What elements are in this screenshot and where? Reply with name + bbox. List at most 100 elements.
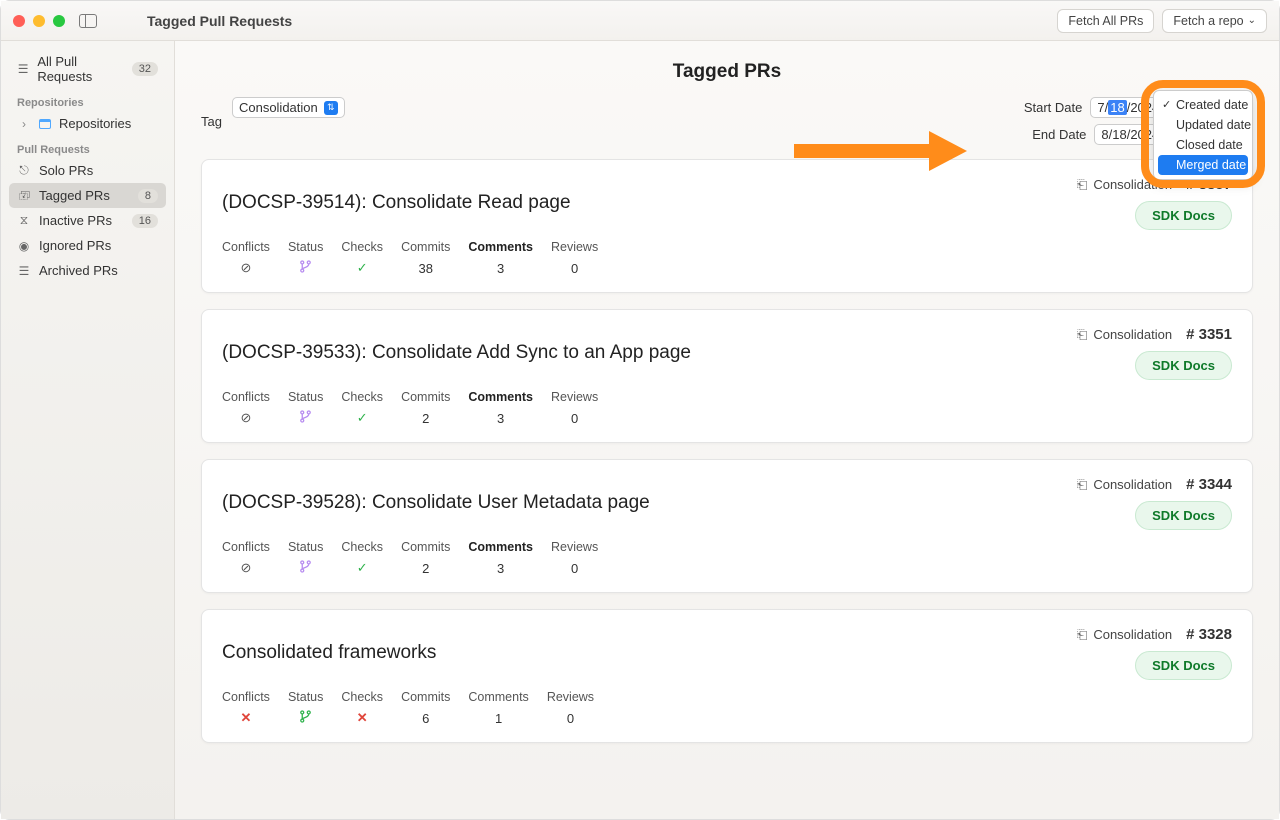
dropdown-option-merged-date[interactable]: Merged date: [1158, 155, 1248, 175]
tray-icon: ☰: [17, 62, 29, 76]
stat-reviews-label: Reviews: [551, 540, 598, 554]
tag-icon: ⎘: [17, 189, 32, 203]
sidebar-item-solo-prs[interactable]: ⎋ Solo PRs: [9, 158, 166, 183]
tag-select[interactable]: Consolidation ⇅: [232, 97, 345, 118]
tag-value: Consolidation: [239, 100, 318, 115]
stat-commits-label: Commits: [401, 690, 450, 704]
stat-checks-label: Checks: [341, 540, 383, 554]
checks-fail-icon: ✕: [357, 710, 368, 726]
tag-icon: ⎗: [1077, 177, 1087, 193]
pr-title: (DOCSP-39533): Consolidate Add Sync to a…: [222, 342, 691, 364]
pr-card: Consolidated frameworks⎗Consolidation# 3…: [201, 609, 1253, 743]
sidebar-item-label: Inactive PRs: [39, 213, 112, 228]
checks-pass-icon: ✓: [357, 260, 368, 276]
window-title: Tagged Pull Requests: [147, 13, 292, 29]
stat-reviews-value: 0: [571, 410, 578, 426]
tag-icon: ⎗: [1077, 627, 1087, 643]
close-window-button[interactable]: [13, 15, 25, 27]
stat-reviews-label: Reviews: [551, 390, 598, 404]
sidebar-all-label: All Pull Requests: [37, 54, 123, 84]
sidebar-all-count: 32: [132, 62, 158, 76]
no-conflicts-icon: ⊘: [241, 410, 252, 426]
sidebar-repositories-label: Repositories: [59, 116, 131, 131]
sdk-docs-button[interactable]: SDK Docs: [1135, 201, 1232, 230]
stat-comments-value: 3: [497, 260, 504, 276]
fetch-repo-dropdown[interactable]: Fetch a repo⌄: [1162, 9, 1267, 33]
stat-commits-value: 2: [422, 560, 429, 576]
stat-comments-label: Comments: [468, 390, 533, 404]
sidebar-item-tagged-prs[interactable]: ⎘ Tagged PRs 8: [9, 183, 166, 208]
tag-icon: ⎗: [1077, 327, 1087, 343]
pr-title: Consolidated frameworks: [222, 642, 436, 664]
stat-status-label: Status: [288, 240, 323, 254]
status-draft-icon: [299, 560, 312, 576]
stat-comments-value: 3: [497, 560, 504, 576]
eye-icon: ◉: [17, 239, 31, 253]
stat-reviews-value: 0: [567, 710, 574, 726]
updown-icon: ⇅: [324, 101, 338, 115]
stat-comments-label: Comments: [468, 240, 533, 254]
stat-checks-label: Checks: [341, 390, 383, 404]
status-open-icon: [299, 710, 312, 726]
pr-number: # 3344: [1186, 476, 1232, 493]
sdk-docs-button[interactable]: SDK Docs: [1135, 651, 1232, 680]
pr-card: (DOCSP-39514): Consolidate Read page ⎗ Con…: [201, 159, 1253, 293]
stat-comments-label: Comments: [468, 690, 528, 704]
stat-reviews-value: 0: [571, 560, 578, 576]
stat-commits-label: Commits: [401, 240, 450, 254]
stat-checks-label: Checks: [341, 240, 383, 254]
conflict-icon: ✕: [241, 710, 252, 726]
fetch-all-prs-button[interactable]: Fetch All PRs: [1057, 9, 1154, 33]
stat-commits-value: 6: [422, 710, 429, 726]
sidebar-repositories[interactable]: › Repositories: [9, 111, 166, 136]
status-draft-icon: [299, 410, 312, 426]
sidebar-all-pull-requests[interactable]: ☰ All Pull Requests 32: [9, 49, 166, 89]
stat-commits-value: 2: [422, 410, 429, 426]
stat-status-label: Status: [288, 540, 323, 554]
stat-checks-label: Checks: [341, 690, 383, 704]
sidebar-item-inactive-prs[interactable]: ⧖ Inactive PRs 16: [9, 208, 166, 233]
no-conflicts-icon: ⊘: [241, 260, 252, 276]
stat-conflicts-label: Conflicts: [222, 390, 270, 404]
sidebar-section-repositories: Repositories: [9, 89, 166, 111]
pr-card: (DOCSP-39533): Consolidate Add Sync to a…: [201, 309, 1253, 443]
start-date-day: 18: [1108, 100, 1126, 115]
pr-tag: Consolidation: [1093, 327, 1172, 342]
folder-icon: [39, 119, 51, 129]
sidebar-item-archived-prs[interactable]: ☰ Archived PRs: [9, 258, 166, 283]
stat-conflicts-label: Conflicts: [222, 540, 270, 554]
stat-comments-value: 1: [495, 710, 502, 726]
sidebar: ☰ All Pull Requests 32 Repositories › Re…: [1, 41, 175, 819]
toggle-sidebar-icon[interactable]: [79, 14, 97, 28]
stat-conflicts-label: Conflicts: [222, 240, 270, 254]
pr-number: # 3351: [1186, 326, 1232, 343]
minimize-window-button[interactable]: [33, 15, 45, 27]
hourglass-icon: ⧖: [17, 213, 31, 228]
pr-title: (DOCSP-39528): Consolidate User Metadata…: [222, 492, 650, 514]
dropdown-option-updated-date[interactable]: Updated date: [1158, 115, 1248, 135]
sdk-docs-button[interactable]: SDK Docs: [1135, 501, 1232, 530]
pr-title: (DOCSP-39514): Consolidate Read page: [222, 192, 571, 214]
end-date-value: 8/18/2024: [1101, 127, 1159, 142]
checks-pass-icon: ✓: [357, 410, 368, 426]
sidebar-item-count: 16: [132, 214, 158, 228]
dropdown-option-closed-date[interactable]: Closed date: [1158, 135, 1248, 155]
sidebar-item-ignored-prs[interactable]: ◉ Ignored PRs: [9, 233, 166, 258]
start-date-label: Start Date: [1024, 100, 1083, 115]
archive-icon: ☰: [17, 264, 31, 278]
sdk-docs-button[interactable]: SDK Docs: [1135, 351, 1232, 380]
filter-bar: Tag Consolidation ⇅ Start Date 7/18/2024…: [201, 97, 1253, 145]
titlebar: Tagged Pull Requests Fetch All PRs Fetch…: [1, 1, 1279, 41]
stat-commits-label: Commits: [401, 390, 450, 404]
fullscreen-window-button[interactable]: [53, 15, 65, 27]
checks-pass-icon: ✓: [357, 560, 368, 576]
filter-by-dropdown[interactable]: Created date Updated date Closed date Me…: [1153, 90, 1253, 180]
sidebar-item-count: 8: [138, 189, 158, 203]
sidebar-item-label: Tagged PRs: [39, 188, 110, 203]
content-area: Tagged PRs Tag Consolidation ⇅ Start Dat…: [175, 41, 1279, 819]
dropdown-option-created-date[interactable]: Created date: [1158, 95, 1248, 115]
sidebar-item-label: Archived PRs: [39, 263, 118, 278]
end-date-label: End Date: [1032, 127, 1086, 142]
stat-comments-label: Comments: [468, 540, 533, 554]
stat-reviews-value: 0: [571, 260, 578, 276]
